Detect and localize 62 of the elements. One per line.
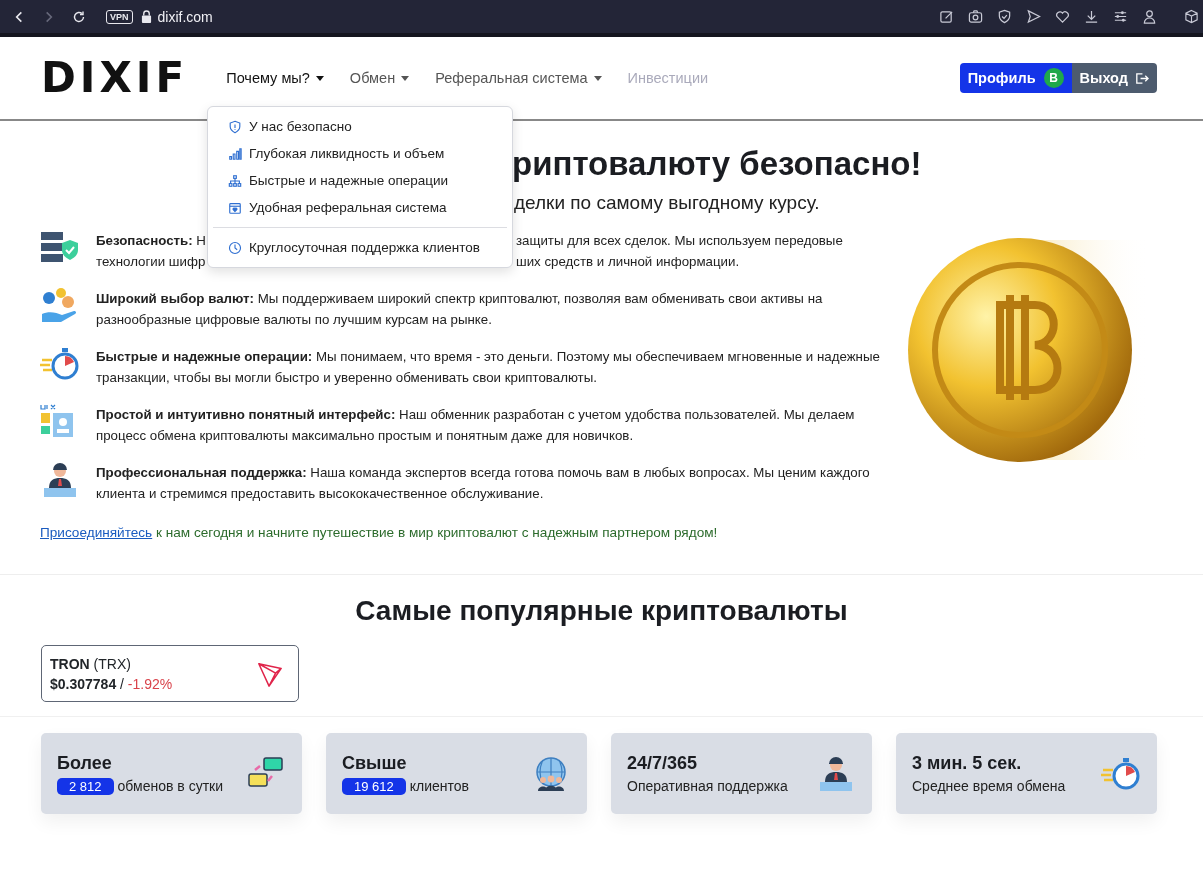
- stat-title: Более: [57, 752, 113, 774]
- stat-label: клиентов: [409, 778, 470, 794]
- feature-text: ших средств и личной информации.: [516, 253, 740, 272]
- heart-icon[interactable]: [1055, 9, 1070, 24]
- profile-badge: B: [1043, 68, 1064, 88]
- stopwatch-icon: [40, 345, 80, 382]
- dropdown-item[interactable]: Удобная реферальная система: [208, 194, 512, 221]
- reload-icon[interactable]: [72, 9, 86, 24]
- vpn-badge[interactable]: VPN: [106, 9, 133, 24]
- profile-button[interactable]: Профиль B: [959, 63, 1072, 93]
- feature-text: Простой и интуитивно понятный интерфейс: Наш обменник разработан с учетом удобства пользователей. Мы делаем процесс обмена криптовалюты максимально простым и понятным даже для новичков.: [96, 405, 856, 446]
- send-icon[interactable]: [1026, 9, 1041, 24]
- camera-icon[interactable]: [968, 9, 983, 24]
- user-icon[interactable]: [1142, 9, 1157, 24]
- logout-button[interactable]: Выход: [1071, 63, 1157, 93]
- caret-icon: [315, 75, 324, 81]
- nav-link[interactable]: Обмен: [339, 62, 420, 94]
- stat-label: обменов в сутки: [117, 778, 223, 794]
- section-heading: Самые популярные криптовалюты: [354, 595, 849, 627]
- stat-count: 2 812: [57, 777, 114, 795]
- stopwatch-icon: [1101, 755, 1141, 792]
- feature-text: Быстрые и надежные операции: Мы понимаем, что время - это деньги. Поэтому мы обеспечиваем мгновенные и надежные транзакции, чтобы вы могли быстро и уверенно обменивать свои криптовалюты.: [96, 347, 880, 388]
- stat-count: 19 612: [342, 777, 406, 795]
- stat-title: Свыше: [342, 752, 408, 774]
- logo[interactable]: DIXIF: [41, 57, 189, 99]
- hero-subtitle: делки по самому выгодному курсу.: [514, 191, 821, 214]
- nav-link[interactable]: Почему мы?: [216, 62, 334, 94]
- clock-icon: [228, 240, 242, 255]
- feature-text: Широкий выбор валют: Мы поддерживаем широкий спектр криптовалют, позволяя вам обменивать свои активы на разнообразные цифровые валюты по лучшим курсам на рынке.: [96, 289, 824, 330]
- dropdown-item[interactable]: Глубокая ликвидность и объем: [208, 140, 512, 167]
- stat-label: Среднее время обмена: [912, 778, 1066, 794]
- feature-text: Профессиональная поддержка: Наша команда экспертов всегда готова помочь вам в любых вопросах. Мы ценим каждого клиента и стремимся предоставить высококачественное обслуживание.: [96, 463, 871, 504]
- feature-text: Безопасность: Н: [96, 231, 206, 250]
- call-to-action-text: Присоединяйтесь к нам сегодня и начните путешествие в мир криптовалют с надежным партнером рядом!: [40, 524, 719, 540]
- cube-icon[interactable]: [1184, 9, 1199, 24]
- join-link[interactable]: Присоединяйтесь: [40, 524, 153, 540]
- caret-icon: [401, 75, 410, 81]
- address-bar[interactable]: dixif.com: [157, 8, 213, 25]
- crypto-card[interactable]: TRON (TRX) $0.307784 / -1.92%: [41, 645, 299, 702]
- dropdown-item[interactable]: Круглосуточная поддержка клиентов: [208, 234, 512, 261]
- crypto-name: TRON (TRX): [50, 655, 132, 672]
- dropdown-item[interactable]: У нас безопасно: [208, 113, 512, 140]
- settings-sliders-icon[interactable]: [1113, 9, 1128, 24]
- edit-icon[interactable]: [939, 9, 954, 24]
- bar-chart-icon: [228, 146, 242, 161]
- shield-check-icon[interactable]: [997, 9, 1012, 24]
- download-icon[interactable]: [1084, 9, 1099, 24]
- crypto-price: $0.307784 / -1.92%: [50, 675, 173, 692]
- hero-title: риптовалюту безопасно!: [512, 144, 922, 184]
- nav-link[interactable]: Реферальная система: [425, 62, 612, 94]
- caret-icon: [593, 75, 602, 81]
- shield-icon: [228, 119, 242, 134]
- gift-box-icon: [228, 200, 242, 215]
- stat-title: 24/7/365: [627, 753, 699, 774]
- stat-title: 3 мин. 5 сек.: [912, 753, 1023, 774]
- hierarchy-icon: [228, 173, 242, 188]
- feature-text: защиты для всех сделок. Мы используем передовые: [516, 231, 843, 250]
- stat-label: Оперативная поддержка: [627, 778, 788, 794]
- feature-text: технологии шифр: [96, 253, 206, 272]
- lock-icon: [140, 10, 152, 23]
- exit-icon: [1134, 70, 1149, 86]
- dropdown-item[interactable]: Быстрые и надежные операции: [208, 167, 512, 194]
